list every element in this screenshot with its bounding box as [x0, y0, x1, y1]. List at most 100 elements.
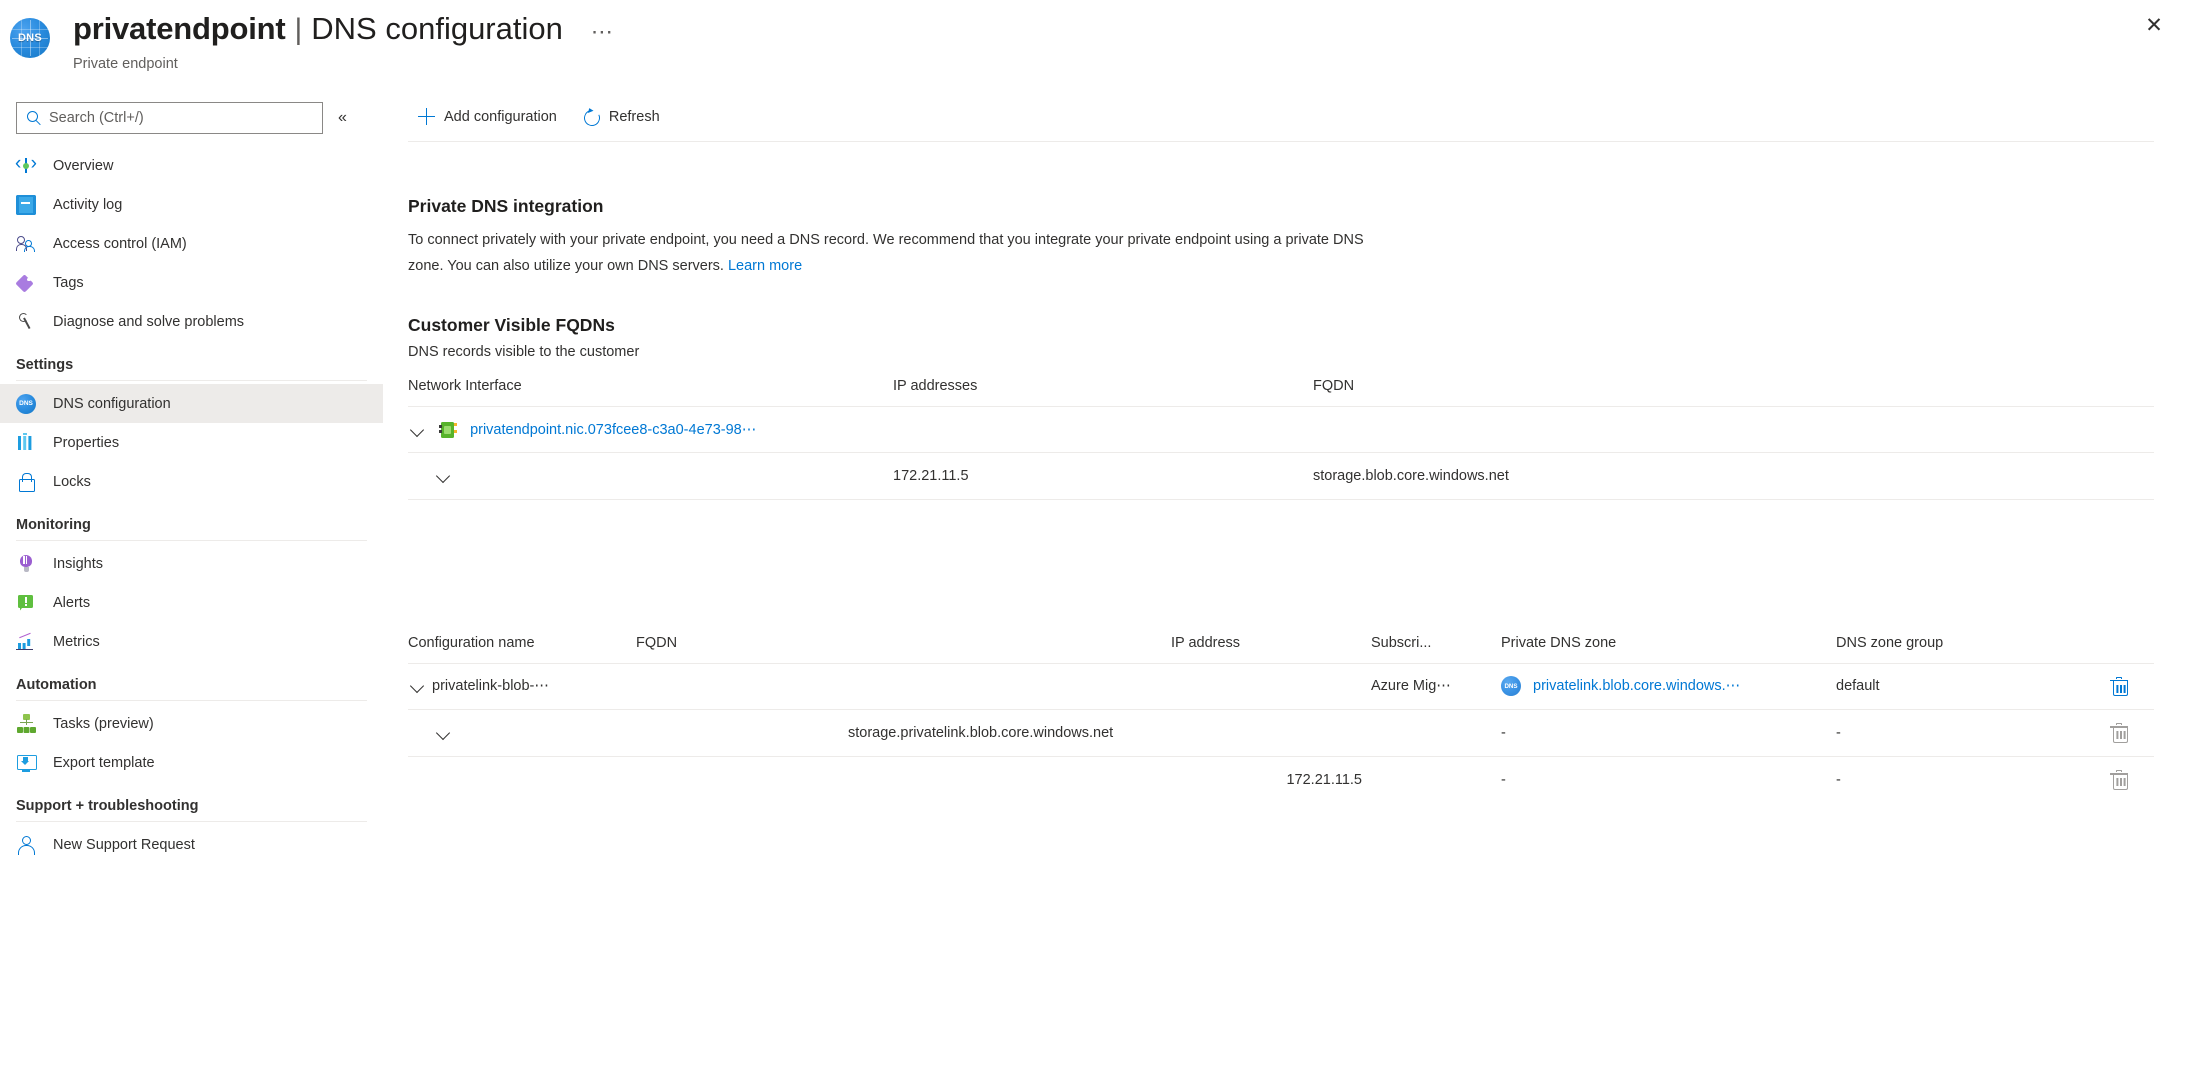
- alert-icon: [16, 593, 36, 613]
- chevron-down-icon[interactable]: [408, 676, 428, 696]
- cell-network-interface: [408, 452, 893, 500]
- divider: [16, 700, 367, 701]
- search-input[interactable]: [42, 109, 322, 127]
- sidebar-group-title: Monitoring: [16, 517, 91, 533]
- dns-globe-icon-label: DNS: [17, 32, 43, 44]
- configurations-section: Configuration name FQDN IP address Subsc…: [408, 634, 2191, 803]
- sidebar-nav-top: Overview Activity log Access control (IA…: [0, 142, 383, 341]
- configurations-table: Configuration name FQDN IP address Subsc…: [408, 634, 2154, 803]
- tasks-icon: [16, 714, 36, 734]
- sidebar-item-diagnose[interactable]: Diagnose and solve problems: [0, 302, 383, 341]
- blade-header: DNS privatendpoint | DNS configuration ⋯…: [0, 0, 2191, 92]
- wrench-icon: [16, 312, 36, 332]
- sidebar-item-tasks[interactable]: Tasks (preview): [0, 704, 383, 743]
- column-header-actions: [2084, 635, 2154, 664]
- more-options-button[interactable]: ⋯: [591, 13, 614, 51]
- cell-fqdn: [636, 662, 1171, 709]
- page-title-separator: |: [294, 13, 303, 46]
- sidebar-item-label: Locks: [53, 473, 91, 490]
- table-row[interactable]: privatelink-blob-⋯ Azure Mig⋯ privatelin…: [408, 662, 2154, 709]
- private-dns-zone-link[interactable]: privatelink.blob.core.windows.⋯: [1533, 678, 1740, 694]
- cell-subscription: Azure Mig⋯: [1371, 662, 1501, 709]
- column-header-fqdn: FQDN: [1313, 378, 1355, 394]
- cell-ip-addresses: 172.21.11.5: [893, 452, 1313, 500]
- delete-icon[interactable]: [2110, 676, 2128, 696]
- blade-body: « Overview Activity log Access control (…: [0, 92, 2191, 1084]
- cell-private-dns-zone: privatelink.blob.core.windows.⋯: [1501, 662, 1836, 709]
- access-control-icon: [16, 234, 36, 254]
- sidebar-item-overview[interactable]: Overview: [0, 146, 383, 185]
- divider: [16, 540, 367, 541]
- sidebar-item-tags[interactable]: Tags: [0, 263, 383, 302]
- cell-dns-zone-group: default: [1836, 662, 2084, 709]
- sidebar-item-label: Export template: [53, 754, 155, 771]
- cell-dns-zone-group: -: [1836, 708, 2084, 756]
- lightbulb-icon: [16, 554, 36, 574]
- refresh-button[interactable]: Refresh: [573, 100, 670, 134]
- sidebar-item-access-control[interactable]: Access control (IAM): [0, 224, 383, 263]
- sidebar-group-title: Automation: [16, 677, 97, 693]
- dns-globe-icon: DNS: [10, 18, 50, 58]
- table-row[interactable]: 172.21.11.5 - -: [408, 755, 2154, 803]
- chevron-down-icon[interactable]: [434, 466, 454, 486]
- delete-icon: [2110, 770, 2128, 790]
- cell-subscription: [1371, 755, 1501, 803]
- sidebar-item-label: DNS configuration: [53, 395, 171, 412]
- sidebar-item-export-template[interactable]: Export template: [0, 743, 383, 782]
- search-box[interactable]: [16, 102, 323, 134]
- sidebar-item-label: New Support Request: [53, 836, 195, 853]
- cell-ip-address: 172.21.11.5: [1171, 755, 1371, 803]
- cell-network-interface: privatendpoint.nic.073fcee8-c3a0-4e73-98…: [408, 406, 893, 453]
- sidebar-item-metrics[interactable]: Metrics: [0, 622, 383, 661]
- learn-more-link[interactable]: Learn more: [728, 258, 802, 274]
- export-template-icon: [16, 753, 37, 773]
- sidebar-group-support: Support + troubleshooting: [0, 782, 383, 822]
- configuration-name-text: privatelink-blob-⋯: [432, 677, 549, 694]
- close-icon[interactable]: ✕: [2137, 8, 2171, 42]
- cell-ip-addresses: [893, 406, 1313, 453]
- sidebar-item-label: Metrics: [53, 633, 100, 650]
- column-header-private-dns-zone: Private DNS zone: [1501, 634, 1617, 651]
- sidebar-item-insights[interactable]: Insights: [0, 544, 383, 583]
- add-configuration-button[interactable]: Add configuration: [408, 100, 567, 134]
- cell-fqdn: [1313, 406, 2154, 453]
- cell-actions: [2084, 708, 2154, 756]
- ip-address-text: 172.21.11.5: [1286, 771, 1362, 788]
- main-content: Add configuration Refresh Private DNS in…: [383, 92, 2191, 1084]
- cell-private-dns-zone: -: [1501, 708, 1836, 756]
- sidebar-item-alerts[interactable]: Alerts: [0, 583, 383, 622]
- table-row[interactable]: storage.privatelink.blob.core.windows.ne…: [408, 708, 2154, 756]
- sidebar-item-properties[interactable]: Properties: [0, 423, 383, 462]
- lock-icon: [16, 472, 36, 492]
- customer-visible-fqdns-table: Network Interface IP addresses FQDN priv…: [408, 378, 2154, 546]
- metrics-icon: [16, 632, 36, 652]
- cell-actions: [2084, 755, 2154, 803]
- sidebar-item-label: Insights: [53, 555, 103, 572]
- cell-configuration-name: [408, 755, 636, 803]
- sidebar-item-locks[interactable]: Locks: [0, 462, 383, 501]
- column-header-ip-addresses: IP addresses: [893, 378, 978, 394]
- sidebar-item-new-support-request[interactable]: New Support Request: [0, 825, 383, 864]
- table-row[interactable]: 172.21.11.5 storage.blob.core.windows.ne…: [408, 452, 2154, 500]
- sidebar-item-dns-configuration[interactable]: DNS configuration: [0, 384, 383, 423]
- network-interface-link[interactable]: privatendpoint.nic.073fcee8-c3a0-4e73-98…: [470, 421, 756, 437]
- cell-configuration-name: [408, 708, 636, 756]
- cell-configuration-name: privatelink-blob-⋯: [408, 662, 636, 709]
- column-header-dns-zone-group: DNS zone group: [1836, 634, 1944, 651]
- private-dns-integration-section: Private DNS integration To connect priva…: [408, 196, 2191, 279]
- sidebar-item-activity-log[interactable]: Activity log: [0, 185, 383, 224]
- dns-icon: [16, 393, 36, 414]
- table-row[interactable]: privatendpoint.nic.073fcee8-c3a0-4e73-98…: [408, 406, 2154, 453]
- search-icon: [26, 110, 42, 126]
- refresh-label: Refresh: [608, 108, 660, 125]
- cell-network-interface: [408, 499, 893, 546]
- chevron-down-icon[interactable]: [434, 723, 454, 743]
- fqdn-text: storage.privatelink.blob.core.windows.ne…: [848, 724, 1114, 741]
- cell-dns-zone-group: -: [1836, 755, 2084, 803]
- collapse-sidebar-button[interactable]: «: [338, 109, 347, 127]
- content-area: Private DNS integration To connect priva…: [405, 196, 2191, 803]
- tags-icon: [16, 273, 36, 293]
- divider: [16, 821, 367, 822]
- section-title: Private DNS integration: [408, 196, 604, 216]
- chevron-down-icon[interactable]: [408, 420, 428, 440]
